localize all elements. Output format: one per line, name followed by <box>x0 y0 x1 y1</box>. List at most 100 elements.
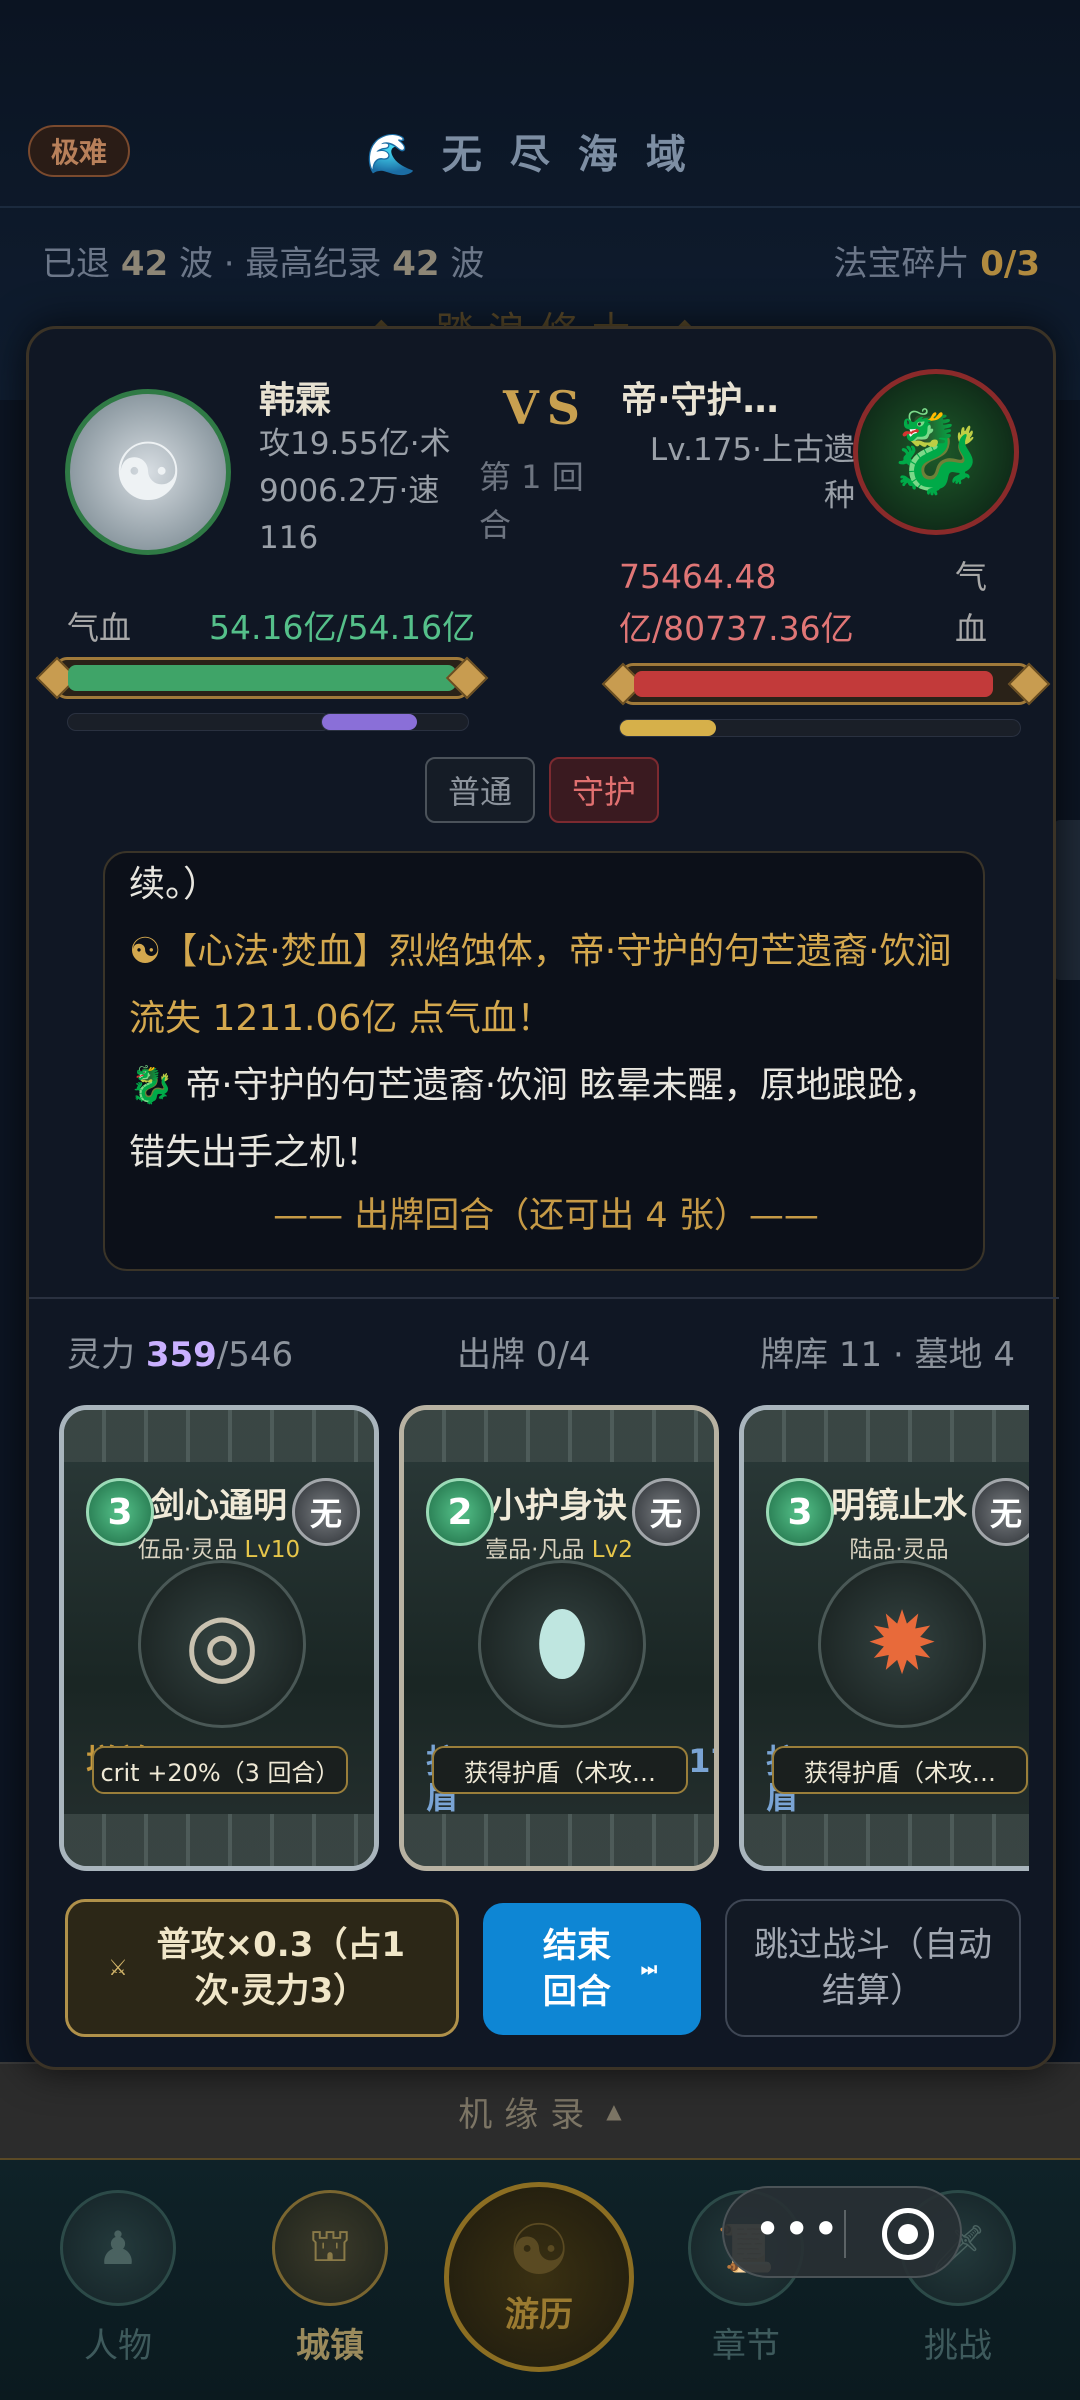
nav-label: 挑战 <box>924 2326 992 2366</box>
card[interactable]: 剑心通明 3 无 伍品·灵品 Lv10 ◎ 增益 +20% crit +20%（… <box>59 1405 379 1871</box>
card-tag: 获得护盾（术攻… <box>772 1746 1028 1794</box>
card-hand[interactable]: 剑心通明 3 无 伍品·灵品 Lv10 ◎ 增益 +20% crit +20%（… <box>59 1405 1029 1875</box>
cloud-pattern <box>744 1410 1029 1462</box>
spirit-label: 灵力 <box>67 1335 146 1375</box>
jiyuan-drawer-toggle[interactable]: 机缘录 ▲ <box>0 2062 1080 2158</box>
modal-divider <box>29 1297 1059 1299</box>
cloud-pattern <box>64 1410 374 1462</box>
boss-name: 帝·守护… <box>621 380 779 421</box>
page-title-text: 无尽海域 <box>441 132 714 178</box>
vs-label: VS <box>503 381 588 435</box>
round-counter: 第 1 回合 <box>479 458 584 544</box>
character-icon: ♟ <box>60 2190 176 2306</box>
card-level: Lv10 <box>244 1537 301 1563</box>
deck-counter: 牌库 11 · 墓地 4 <box>760 1335 1015 1375</box>
card-level: Lv2 <box>591 1537 633 1563</box>
nav-town[interactable]: ⛫ 城镇 <box>250 2190 410 2367</box>
boss-stats: Lv.175·上古遗种 <box>649 432 855 514</box>
mode-normal-button[interactable]: 普通 <box>425 757 535 823</box>
log-line: 续。） <box>129 864 220 905</box>
nav-journey[interactable]: ☯ 游历 <box>444 2182 634 2372</box>
log-line: ☯【心法·焚血】烈焰蚀体，帝·守护的句芒遗裔·饮涧 流失 1211.06亿 点气… <box>129 918 963 1052</box>
hero-hp-label: 气血 <box>67 609 132 647</box>
hero-hp-bar <box>55 657 469 699</box>
log-footer: —— 出牌回合（还可出 4 张）—— <box>273 1196 819 1236</box>
jade-disc-icon: ◎ <box>138 1560 306 1728</box>
more-icon[interactable]: ••• <box>754 2206 841 2252</box>
wave-record: 42 <box>392 244 440 284</box>
miniprogram-capsule: ••• <box>722 2186 962 2278</box>
hero-stats: 攻19.55亿·术9006.2万·速116 <box>259 426 451 556</box>
page-scrollbar[interactable] <box>1054 820 1080 980</box>
end-turn-label: 结束回合 <box>542 1926 611 2012</box>
battle-log[interactable]: 续。） ☯【心法·焚血】烈焰蚀体，帝·守护的句芒遗裔·饮涧 流失 1211.06… <box>103 851 985 1271</box>
treasure-shards: 法宝碎片 0/3 <box>833 236 1040 285</box>
shards-value: 0/3 <box>980 244 1040 284</box>
cloud-pattern <box>64 1814 374 1866</box>
hero-sub-bar-1 <box>67 713 331 731</box>
battle-log-text: 续。） ☯【心法·焚血】烈焰蚀体，帝·守护的句芒遗裔·饮涧 流失 1211.06… <box>129 853 963 1186</box>
hero-hp-value: 54.16亿/54.16亿 <box>209 608 476 647</box>
log-line-text: 【心法·焚血】烈焰蚀体，帝·守护的句芒遗裔·饮涧 流失 1211.06亿 点气血… <box>129 931 952 1039</box>
wave-stats-suffix: 波 <box>439 244 485 284</box>
skip-battle-label: 跳过战斗（自动结算） <box>754 1925 992 2011</box>
hero-hp-fill <box>68 665 456 691</box>
card-tag: 获得护盾（术攻… <box>432 1746 688 1794</box>
wave-stats-mid: 波 · 最高纪录 <box>168 244 393 284</box>
log-line-text: 帝·守护的句芒遗裔·饮涧 眩晕未醒，原地踉跄，错失出手之机！ <box>129 1065 940 1173</box>
hero-sub-bar-2 <box>321 713 469 731</box>
skip-next-icon: ⏭ <box>640 1958 658 1980</box>
card[interactable]: 小护身诀 2 无 壹品·凡品 Lv2 ⬮ 护 ~1,211,241,176 盾 … <box>399 1405 719 1871</box>
jiyuan-label: 机缘录 <box>458 2094 597 2135</box>
boss-avatar: 🐉 <box>853 369 1019 535</box>
header-divider <box>0 206 1080 208</box>
close-target-icon[interactable] <box>882 2208 934 2260</box>
capsule-divider <box>844 2210 846 2258</box>
mode-guard-button[interactable]: 守护 <box>549 757 659 823</box>
wave-icon: 🌊 <box>366 132 416 178</box>
boss-sub-bar <box>619 719 1021 737</box>
skip-battle-button[interactable]: 跳过战斗（自动结算） <box>725 1899 1021 2037</box>
dragon-icon: 🐉 <box>129 1065 174 1106</box>
log-line: 🐉 帝·守护的句芒遗裔·饮涧 眩晕未醒，原地踉跄，错失出手之机！ <box>129 1052 963 1186</box>
spirit-counter: 灵力 359/546 <box>67 1327 293 1376</box>
cloud-pattern <box>744 1814 1029 1866</box>
chevron-up-icon: ▲ <box>606 2099 622 2123</box>
fire-phoenix-icon: ✹ <box>818 1560 986 1728</box>
yin-yang-icon: ☯ <box>507 2209 571 2291</box>
nav-label: 城镇 <box>296 2326 364 2366</box>
card-grade: 陆品·灵品 <box>744 1530 1029 1564</box>
boss-hp-label: 气血 <box>955 558 988 648</box>
jade-shield-icon: ⬮ <box>478 1560 646 1728</box>
card-grade: 壹品·凡品 Lv2 <box>404 1530 714 1564</box>
basic-attack-button[interactable]: ⚔ 普攻×0.3（占1次·灵力3） <box>65 1899 459 2037</box>
card-grade: 伍品·灵品 Lv10 <box>64 1530 374 1564</box>
nav-label: 章节 <box>712 2326 780 2366</box>
qilin-icon: 🐉 <box>886 405 986 498</box>
wave-stats-prefix: 已退 <box>42 244 121 284</box>
wave-count: 42 <box>120 244 169 284</box>
page-title: 🌊 无尽海域 <box>0 122 1080 180</box>
boss-hp-fill <box>634 671 994 697</box>
hero-sub-bar-2-fill <box>322 714 417 730</box>
boss-hp-bar <box>621 663 1031 705</box>
cloud-pattern <box>404 1410 714 1462</box>
shards-label: 法宝碎片 <box>833 244 981 284</box>
basic-attack-label: 普攻×0.3（占1次·灵力3） <box>156 1925 406 2011</box>
cloud-pattern <box>404 1814 714 1866</box>
boss-hp-value: 75464.48亿/80737.36亿 <box>619 557 854 648</box>
swordsman-icon: ☯ <box>112 425 184 519</box>
nav-character[interactable]: ♟ 人物 <box>38 2190 198 2367</box>
card-grade-text: 伍品·灵品 <box>137 1537 245 1563</box>
spirit-value: 359 <box>145 1335 217 1375</box>
end-turn-button[interactable]: 结束回合 ⏭ <box>483 1903 701 2035</box>
town-icon: ⛫ <box>272 2190 388 2306</box>
nav-label: 人物 <box>84 2326 152 2366</box>
card[interactable]: 明镜止水 3 无 陆品·灵品 ✹ 护 ~2,385,323,72 盾 获得护盾（… <box>739 1405 1029 1871</box>
nav-label: 游历 <box>505 2295 573 2335</box>
yin-yang-icon: ☯ <box>129 931 162 972</box>
hero-avatar: ☯ <box>65 389 231 555</box>
hero-name: 韩霖 <box>259 380 332 421</box>
crossed-swords-icon: ⚔ <box>108 1955 128 1981</box>
wave-stats: 已退 42 波 · 最高纪录 42 波 <box>42 236 484 285</box>
